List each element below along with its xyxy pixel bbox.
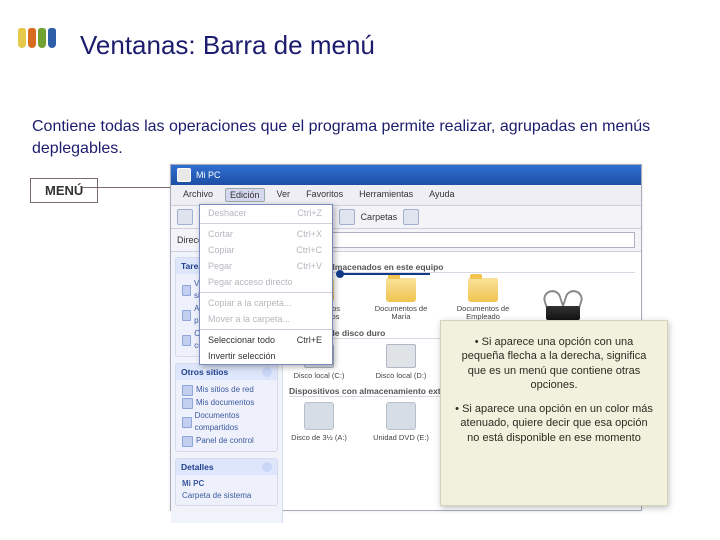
dd-cortar: CortarCtrl+X [200,226,332,242]
task-icon [182,335,191,346]
logo [18,28,56,48]
place-item[interactable]: Documentos compartidos [195,410,271,434]
window-titlebar: Mi PC [171,165,641,185]
back-icon[interactable] [177,209,193,225]
place-icon [182,385,193,396]
place-icon [182,398,193,409]
menu-edicion[interactable]: Edición [225,188,265,202]
dd-pegar: PegarCtrl+V [200,258,332,274]
task-icon [182,310,191,321]
edit-dropdown: DeshacerCtrl+Z CortarCtrl+X CopiarCtrl+C… [199,204,333,365]
sticky-p2: Si aparece una opción en un color más at… [460,403,652,444]
task-icon [182,285,191,296]
folder-item[interactable]: Documentos de Empleado [453,278,513,322]
slide-lede: Contiene todas las operaciones que el pr… [32,116,672,159]
mypc-icon [177,168,191,182]
details-name: Mi PC [182,478,271,490]
dd-copiar: CopiarCtrl+C [200,242,332,258]
device-item[interactable]: Unidad DVD (E:) [371,402,431,442]
menu-callout-label: MENÚ [30,178,98,203]
dropdown-pointer-arrow [338,273,430,275]
place-item[interactable]: Mis sitios de red [196,384,254,396]
dd-copiar-a: Copiar a la carpeta... [200,295,332,311]
folder-icon [468,278,498,302]
views-icon[interactable] [403,209,419,225]
dd-inv-sel[interactable]: Invertir selección [200,348,332,364]
folder-icon [386,278,416,302]
binder-clip-icon [540,292,586,330]
place-item[interactable]: Mis documentos [196,397,254,409]
menu-favoritos[interactable]: Favoritos [302,188,347,202]
panel-detalles: Detalles Mi PC Carpeta de sistema [175,458,278,506]
dd-pegar-ad: Pegar acceso directo [200,274,332,290]
menu-ayuda[interactable]: Ayuda [425,188,458,202]
place-icon [182,417,192,428]
sticky-p1: Si aparece una opción con una pequeña fl… [462,336,647,391]
panel-otros: Otros sitios Mis sitios de red Mis docum… [175,363,278,452]
panel-detalles-header: Detalles [181,462,214,472]
sticky-note: • Si aparece una opción con una pequeña … [440,320,668,506]
place-icon [182,436,193,447]
details-type: Carpeta de sistema [182,490,271,502]
menu-ver[interactable]: Ver [273,188,295,202]
folders-icon[interactable] [339,209,355,225]
device-item[interactable]: Disco de 3½ (A:) [289,402,349,442]
slide-title: Ventanas: Barra de menú [80,30,375,61]
menubar: Archivo Edición Ver Favoritos Herramient… [171,185,641,206]
dvd-icon [386,402,416,430]
place-item[interactable]: Panel de control [196,435,254,447]
toolbar-folders[interactable]: Carpetas [361,212,398,222]
folder-item[interactable]: Documentos de María [371,278,431,322]
collapse-icon[interactable] [262,462,272,472]
dd-deshacer: DeshacerCtrl+Z [200,205,332,221]
menu-archivo[interactable]: Archivo [179,188,217,202]
drive-item[interactable]: Disco local (D:) [371,344,431,380]
dd-sel-todo[interactable]: Seleccionar todoCtrl+E [200,332,332,348]
drive-icon [386,344,416,368]
dd-mover-a: Mover a la carpeta... [200,311,332,327]
window-title: Mi PC [196,170,221,180]
menu-herramientas[interactable]: Herramientas [355,188,417,202]
collapse-icon[interactable] [262,367,272,377]
panel-otros-header: Otros sitios [181,367,228,377]
floppy-icon [304,402,334,430]
